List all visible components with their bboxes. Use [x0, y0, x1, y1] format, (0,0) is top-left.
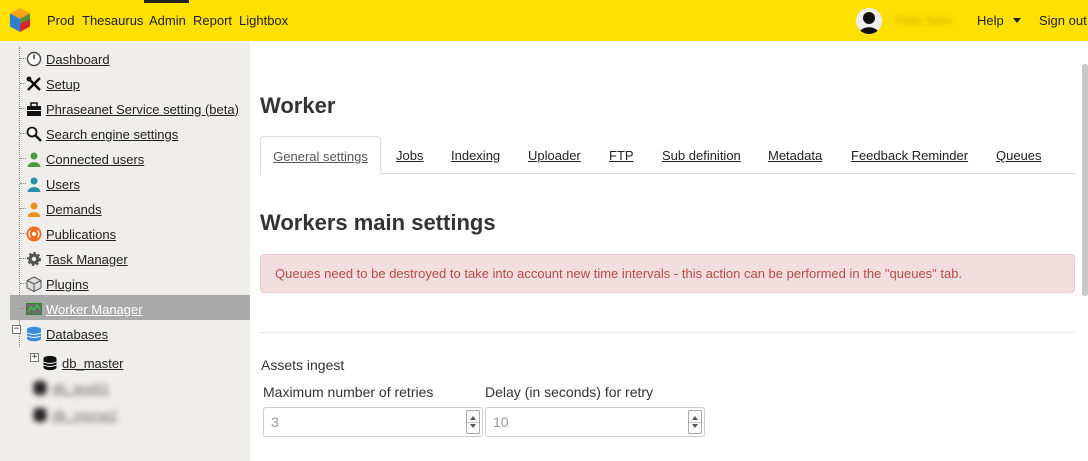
db-label: db_morse2 [52, 407, 118, 423]
user-silhouette-icon [859, 12, 879, 34]
db-label: db_test01 [52, 380, 110, 396]
user-teal-icon [26, 176, 42, 192]
sidebar-item-label: Demands [46, 201, 102, 217]
sidebar-item-label: Search engine settings [46, 126, 179, 142]
sidebar-item-setup[interactable]: Setup [26, 74, 80, 94]
database-icon [26, 326, 42, 342]
expand-toggle[interactable]: + [30, 353, 39, 362]
sidebar-item-publications[interactable]: Publications [26, 224, 116, 244]
delay-label: Delay (in seconds) for retry [485, 384, 654, 400]
sidebar-item-task-manager[interactable]: Task Manager [26, 249, 128, 269]
tools-icon [26, 76, 42, 92]
sidebar-db-item[interactable]: db_morse2 [32, 405, 117, 425]
section-title: Workers main settings [260, 210, 496, 235]
top-navbar: Prod Thesaurus Admin Report Lightbox Fél… [0, 0, 1088, 41]
database-black-icon [32, 380, 48, 396]
sidebar-item-connected-users[interactable]: Connected users [26, 149, 144, 169]
sidebar-item-label: Setup [46, 76, 80, 92]
number-spinner[interactable] [466, 410, 480, 434]
avatar[interactable] [856, 8, 882, 34]
scrollbar-thumb[interactable] [1082, 64, 1088, 296]
help-menu[interactable]: Help [977, 13, 1004, 28]
db-label: db_master [62, 355, 124, 371]
sidebar-item-label: Databases [46, 326, 109, 342]
page-title: Worker [260, 93, 336, 118]
sidebar-item-plugins[interactable]: Plugins [26, 274, 89, 294]
nav-lightbox[interactable]: Lightbox [239, 13, 288, 28]
sidebar-item-service-setting[interactable]: Phraseanet Service setting (beta) [26, 99, 239, 119]
tab-general-settings[interactable]: General settings [260, 136, 381, 174]
nav-thesaurus[interactable]: Thesaurus [82, 13, 143, 28]
user-green-icon [26, 151, 42, 167]
sidebar-item-label: Dashboard [46, 51, 110, 67]
tab-jobs[interactable]: Jobs [396, 136, 423, 174]
spin-up-icon[interactable] [470, 416, 476, 420]
sidebar-item-label: Task Manager [46, 251, 128, 267]
max-retries-label: Maximum number of retries [263, 384, 434, 400]
user-orange-icon [26, 201, 42, 217]
caret-down-icon[interactable] [1013, 18, 1021, 23]
tab-uploader[interactable]: Uploader [528, 136, 581, 174]
sidebar-item-worker-manager[interactable]: Worker Manager [26, 299, 143, 319]
username[interactable]: Félix Noix [895, 13, 952, 28]
rss-icon [26, 226, 42, 242]
nav-active-indicator [144, 0, 189, 3]
phraseanet-logo[interactable] [9, 7, 31, 33]
gear-icon [26, 251, 42, 267]
cube-icon [26, 276, 42, 293]
worker-icon [26, 301, 42, 317]
tab-metadata[interactable]: Metadata [768, 136, 822, 174]
sidebar-item-label: Connected users [46, 151, 145, 167]
sidebar-item-label: Plugins [46, 276, 89, 292]
sidebar-db-master[interactable]: db_master [42, 353, 123, 373]
number-spinner[interactable] [688, 410, 702, 434]
sidebar-item-label: Worker Manager [46, 301, 143, 317]
nav-prod[interactable]: Prod [47, 13, 74, 28]
spin-up-icon[interactable] [692, 416, 698, 420]
tab-indexing[interactable]: Indexing [451, 136, 500, 174]
delay-value: 10 [493, 414, 509, 430]
tab-ftp[interactable]: FTP [609, 136, 634, 174]
database-black-icon [32, 407, 48, 423]
sidebar-db-item[interactable]: db_test01 [32, 378, 109, 398]
tab-queues[interactable]: Queues [996, 136, 1042, 174]
tab-sub-definition[interactable]: Sub definition [662, 136, 741, 174]
nav-report[interactable]: Report [193, 13, 232, 28]
collapse-toggle[interactable]: − [12, 325, 21, 334]
dashboard-icon [26, 51, 42, 67]
divider [260, 332, 1075, 333]
max-retries-value: 3 [271, 414, 279, 430]
assets-ingest-label: Assets ingest [261, 357, 345, 373]
magnifier-icon [26, 126, 42, 142]
sidebar-item-demands[interactable]: Demands [26, 199, 102, 219]
sidebar-item-label: Phraseanet Service setting (beta) [46, 101, 239, 117]
sidebar-item-dashboard[interactable]: Dashboard [26, 49, 110, 69]
sidebar-item-search-engine[interactable]: Search engine settings [26, 124, 178, 144]
sidebar: Dashboard Setup Phraseanet Service setti… [0, 41, 250, 461]
tab-feedback-reminder[interactable]: Feedback Reminder [851, 136, 968, 174]
nav-admin[interactable]: Admin [149, 13, 186, 28]
sidebar-item-users[interactable]: Users [26, 174, 80, 194]
delay-input[interactable]: 10 [485, 407, 705, 437]
spin-down-icon[interactable] [470, 424, 476, 428]
sidebar-item-label: Users [46, 176, 80, 192]
toolbox-icon [26, 101, 42, 117]
tab-bar: General settings Jobs Indexing Uploader … [260, 136, 1075, 174]
alert-message: Queues need to be destroyed to take into… [260, 254, 1075, 293]
spin-down-icon[interactable] [692, 424, 698, 428]
database-black-icon [42, 355, 58, 371]
signout-link[interactable]: Sign out [1039, 13, 1087, 28]
max-retries-input[interactable]: 3 [263, 407, 483, 437]
sidebar-item-databases[interactable]: Databases [26, 324, 108, 344]
sidebar-item-label: Publications [46, 226, 117, 242]
